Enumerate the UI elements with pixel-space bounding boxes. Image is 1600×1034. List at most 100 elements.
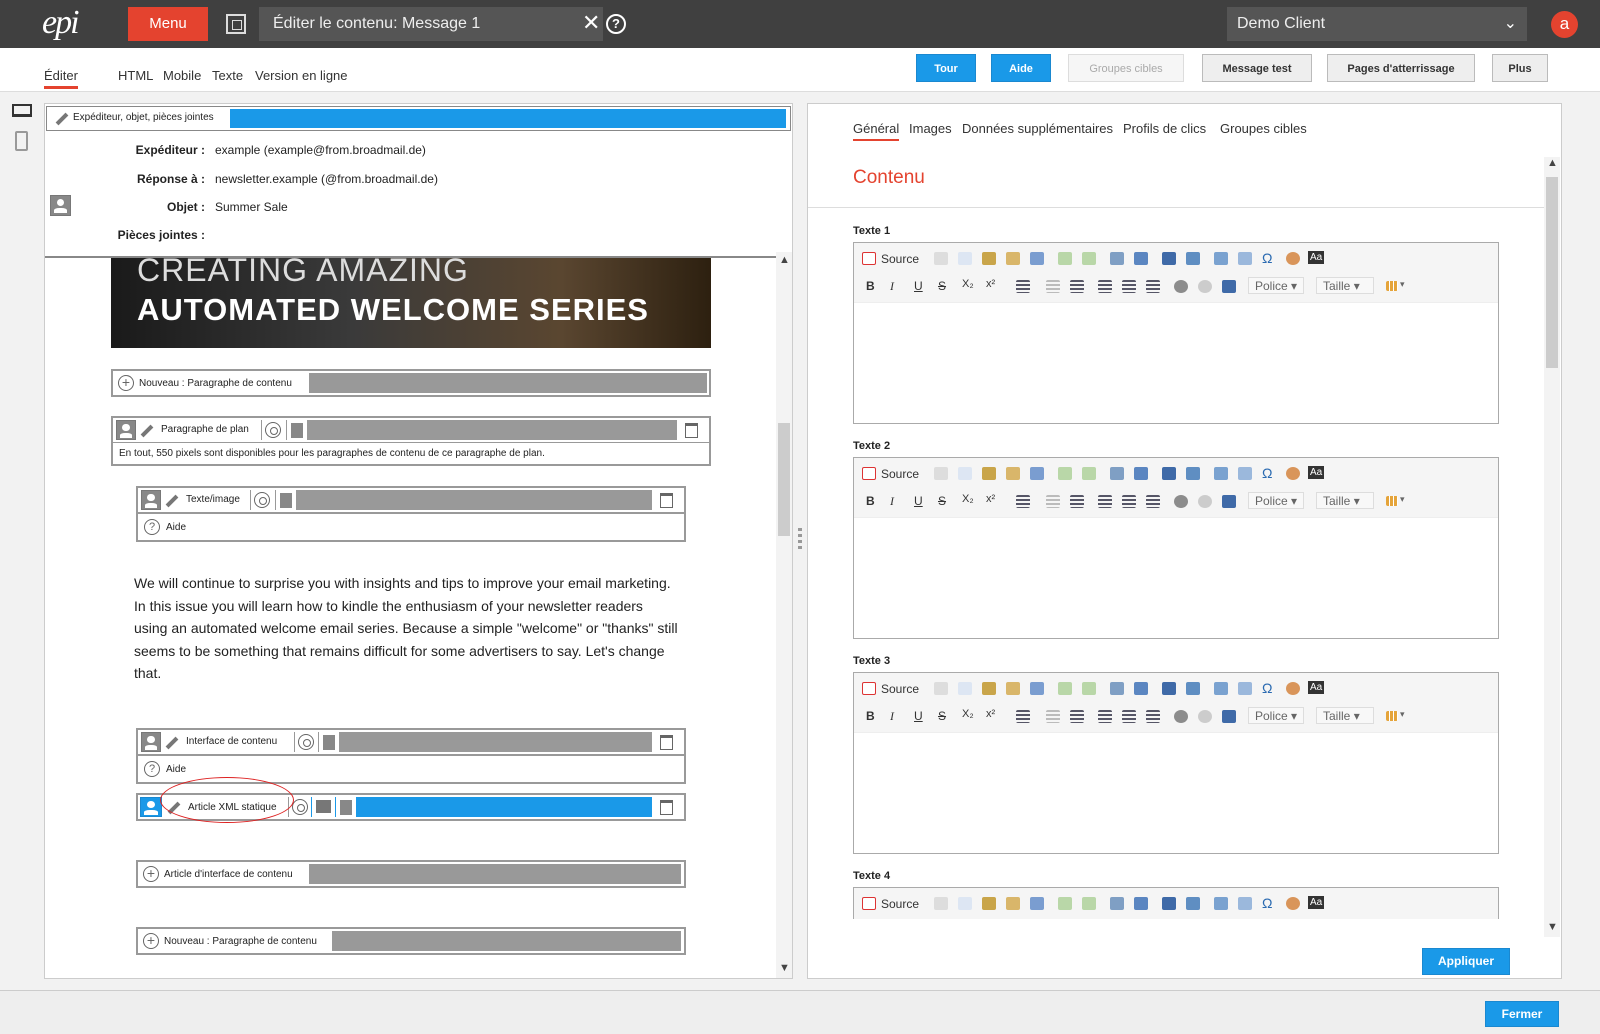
chevron-down-icon[interactable]: ▾ <box>1400 279 1405 290</box>
source-label[interactable]: Source <box>881 682 919 696</box>
color-icon[interactable] <box>1386 711 1398 721</box>
replace-icon[interactable] <box>1134 682 1148 695</box>
personalization-icon[interactable] <box>1286 467 1300 480</box>
pencil-icon[interactable] <box>55 112 69 126</box>
bold-icon[interactable]: B <box>866 279 875 293</box>
subscript-icon[interactable]: X₂ <box>962 708 974 720</box>
tab-mobile[interactable]: Mobile <box>163 68 201 83</box>
rich-text-editor-4[interactable]: Source Ω Aa B I U S X₂ x² <box>853 887 1499 919</box>
user-icon[interactable] <box>140 797 162 817</box>
copy-doc-icon[interactable] <box>280 493 292 508</box>
redo-icon[interactable] <box>1082 897 1096 910</box>
copy-icon[interactable] <box>958 252 972 265</box>
undo-icon[interactable] <box>1058 467 1072 480</box>
select-all-icon[interactable] <box>1162 897 1176 910</box>
list-icon[interactable] <box>1016 280 1030 293</box>
table-icon[interactable] <box>1238 252 1252 265</box>
tab-profils-de-clics[interactable]: Profils de clics <box>1123 121 1206 136</box>
sender-section-bar[interactable]: Expéditeur, objet, pièces jointes <box>46 106 791 131</box>
font-select[interactable]: Police ▾ <box>1248 492 1304 509</box>
source-icon[interactable] <box>862 252 876 265</box>
paste-icon[interactable] <box>982 682 996 695</box>
paste-icon[interactable] <box>982 467 996 480</box>
redo-icon[interactable] <box>1082 682 1096 695</box>
content-interface-article-block[interactable]: + Article d'interface de contenu <box>136 860 686 888</box>
rich-text-editor-2[interactable]: Source Ω Aa B I U S X₂ x² Police ▾ Taill… <box>853 457 1499 639</box>
styles-icon[interactable]: Aa <box>1308 466 1325 479</box>
tour-button[interactable]: Tour <box>916 54 976 82</box>
tab-images[interactable]: Images <box>909 121 952 136</box>
redo-icon[interactable] <box>1082 467 1096 480</box>
indent-icon[interactable] <box>1070 495 1084 508</box>
close-button[interactable]: Fermer <box>1485 1001 1559 1027</box>
pencil-icon[interactable] <box>140 424 154 438</box>
find-icon[interactable] <box>1110 467 1124 480</box>
paste-text-icon[interactable] <box>1006 897 1020 910</box>
flash-icon[interactable] <box>1214 467 1228 480</box>
cut-icon[interactable] <box>934 682 948 695</box>
image-icon[interactable] <box>1186 897 1200 910</box>
special-char-icon[interactable]: Ω <box>1262 250 1272 266</box>
source-icon[interactable] <box>862 467 876 480</box>
tab-version-en-ligne[interactable]: Version en ligne <box>255 68 348 83</box>
source-icon[interactable] <box>862 897 876 910</box>
help-label[interactable]: Aide <box>166 522 186 533</box>
italic-icon[interactable]: I <box>890 709 894 724</box>
list-icon[interactable] <box>1016 710 1030 723</box>
new-paragraph-block-2[interactable]: + Nouveau : Paragraphe de contenu <box>136 927 686 955</box>
special-char-icon[interactable]: Ω <box>1262 680 1272 696</box>
bold-icon[interactable]: B <box>866 709 875 723</box>
menu-button[interactable]: Menu <box>128 7 208 41</box>
strike-icon[interactable]: S <box>938 709 946 723</box>
align-right-icon[interactable] <box>1146 280 1160 293</box>
undo-icon[interactable] <box>1058 682 1072 695</box>
scroll-thumb[interactable] <box>1546 177 1558 368</box>
content-interface-block[interactable]: Interface de contenu ? Aide <box>136 728 686 784</box>
groupes-cibles-button[interactable]: Groupes cibles <box>1068 54 1184 82</box>
align-center-icon[interactable] <box>1122 280 1136 293</box>
flash-icon[interactable] <box>1214 897 1228 910</box>
scroll-thumb[interactable] <box>778 423 790 536</box>
help-label[interactable]: Aide <box>166 764 186 775</box>
client-select[interactable]: Demo Client ⌄ <box>1227 7 1527 41</box>
color-icon[interactable] <box>1386 281 1398 291</box>
target-icon[interactable] <box>265 422 281 438</box>
align-right-icon[interactable] <box>1146 710 1160 723</box>
anchor-flag-icon[interactable] <box>1222 280 1236 293</box>
select-all-icon[interactable] <box>1162 467 1176 480</box>
copy-icon[interactable] <box>958 682 972 695</box>
outdent-icon[interactable] <box>1046 495 1060 508</box>
size-select[interactable]: Taille ▾ <box>1316 492 1374 509</box>
image-icon[interactable] <box>1186 682 1200 695</box>
user-icon[interactable] <box>141 732 161 752</box>
underline-icon[interactable]: U <box>914 709 923 723</box>
font-select[interactable]: Police ▾ <box>1248 707 1304 724</box>
scroll-down-icon[interactable]: ▼ <box>779 962 790 974</box>
apply-button[interactable]: Appliquer <box>1422 948 1510 975</box>
link-icon[interactable] <box>1174 495 1188 508</box>
paste-word-icon[interactable] <box>1030 252 1044 265</box>
unlink-icon[interactable] <box>1198 495 1212 508</box>
text-image-block[interactable]: Texte/image ? Aide <box>136 486 686 542</box>
underline-icon[interactable]: U <box>914 494 923 508</box>
tab-general[interactable]: Général <box>853 121 900 141</box>
personalization-icon[interactable] <box>1286 252 1300 265</box>
pencil-icon[interactable] <box>165 494 179 508</box>
superscript-icon[interactable]: x² <box>986 708 995 720</box>
cut-icon[interactable] <box>934 467 948 480</box>
help-icon[interactable]: ? <box>144 761 160 777</box>
chevron-down-icon[interactable]: ▾ <box>1400 494 1405 505</box>
tab-donnees-supplementaires[interactable]: Données supplémentaires <box>962 121 1113 136</box>
align-left-icon[interactable] <box>1098 280 1112 293</box>
outdent-icon[interactable] <box>1046 280 1060 293</box>
italic-icon[interactable]: I <box>890 494 894 509</box>
target-icon[interactable] <box>254 492 270 508</box>
size-select[interactable]: Taille ▾ <box>1316 277 1374 294</box>
scroll-up-icon[interactable]: ▲ <box>779 254 790 266</box>
table-icon[interactable] <box>1238 467 1252 480</box>
desktop-view-icon[interactable] <box>12 104 32 117</box>
new-paragraph-block[interactable]: + Nouveau : Paragraphe de contenu <box>111 369 711 397</box>
trash-icon[interactable] <box>660 800 673 815</box>
strike-icon[interactable]: S <box>938 494 946 508</box>
undo-icon[interactable] <box>1058 897 1072 910</box>
